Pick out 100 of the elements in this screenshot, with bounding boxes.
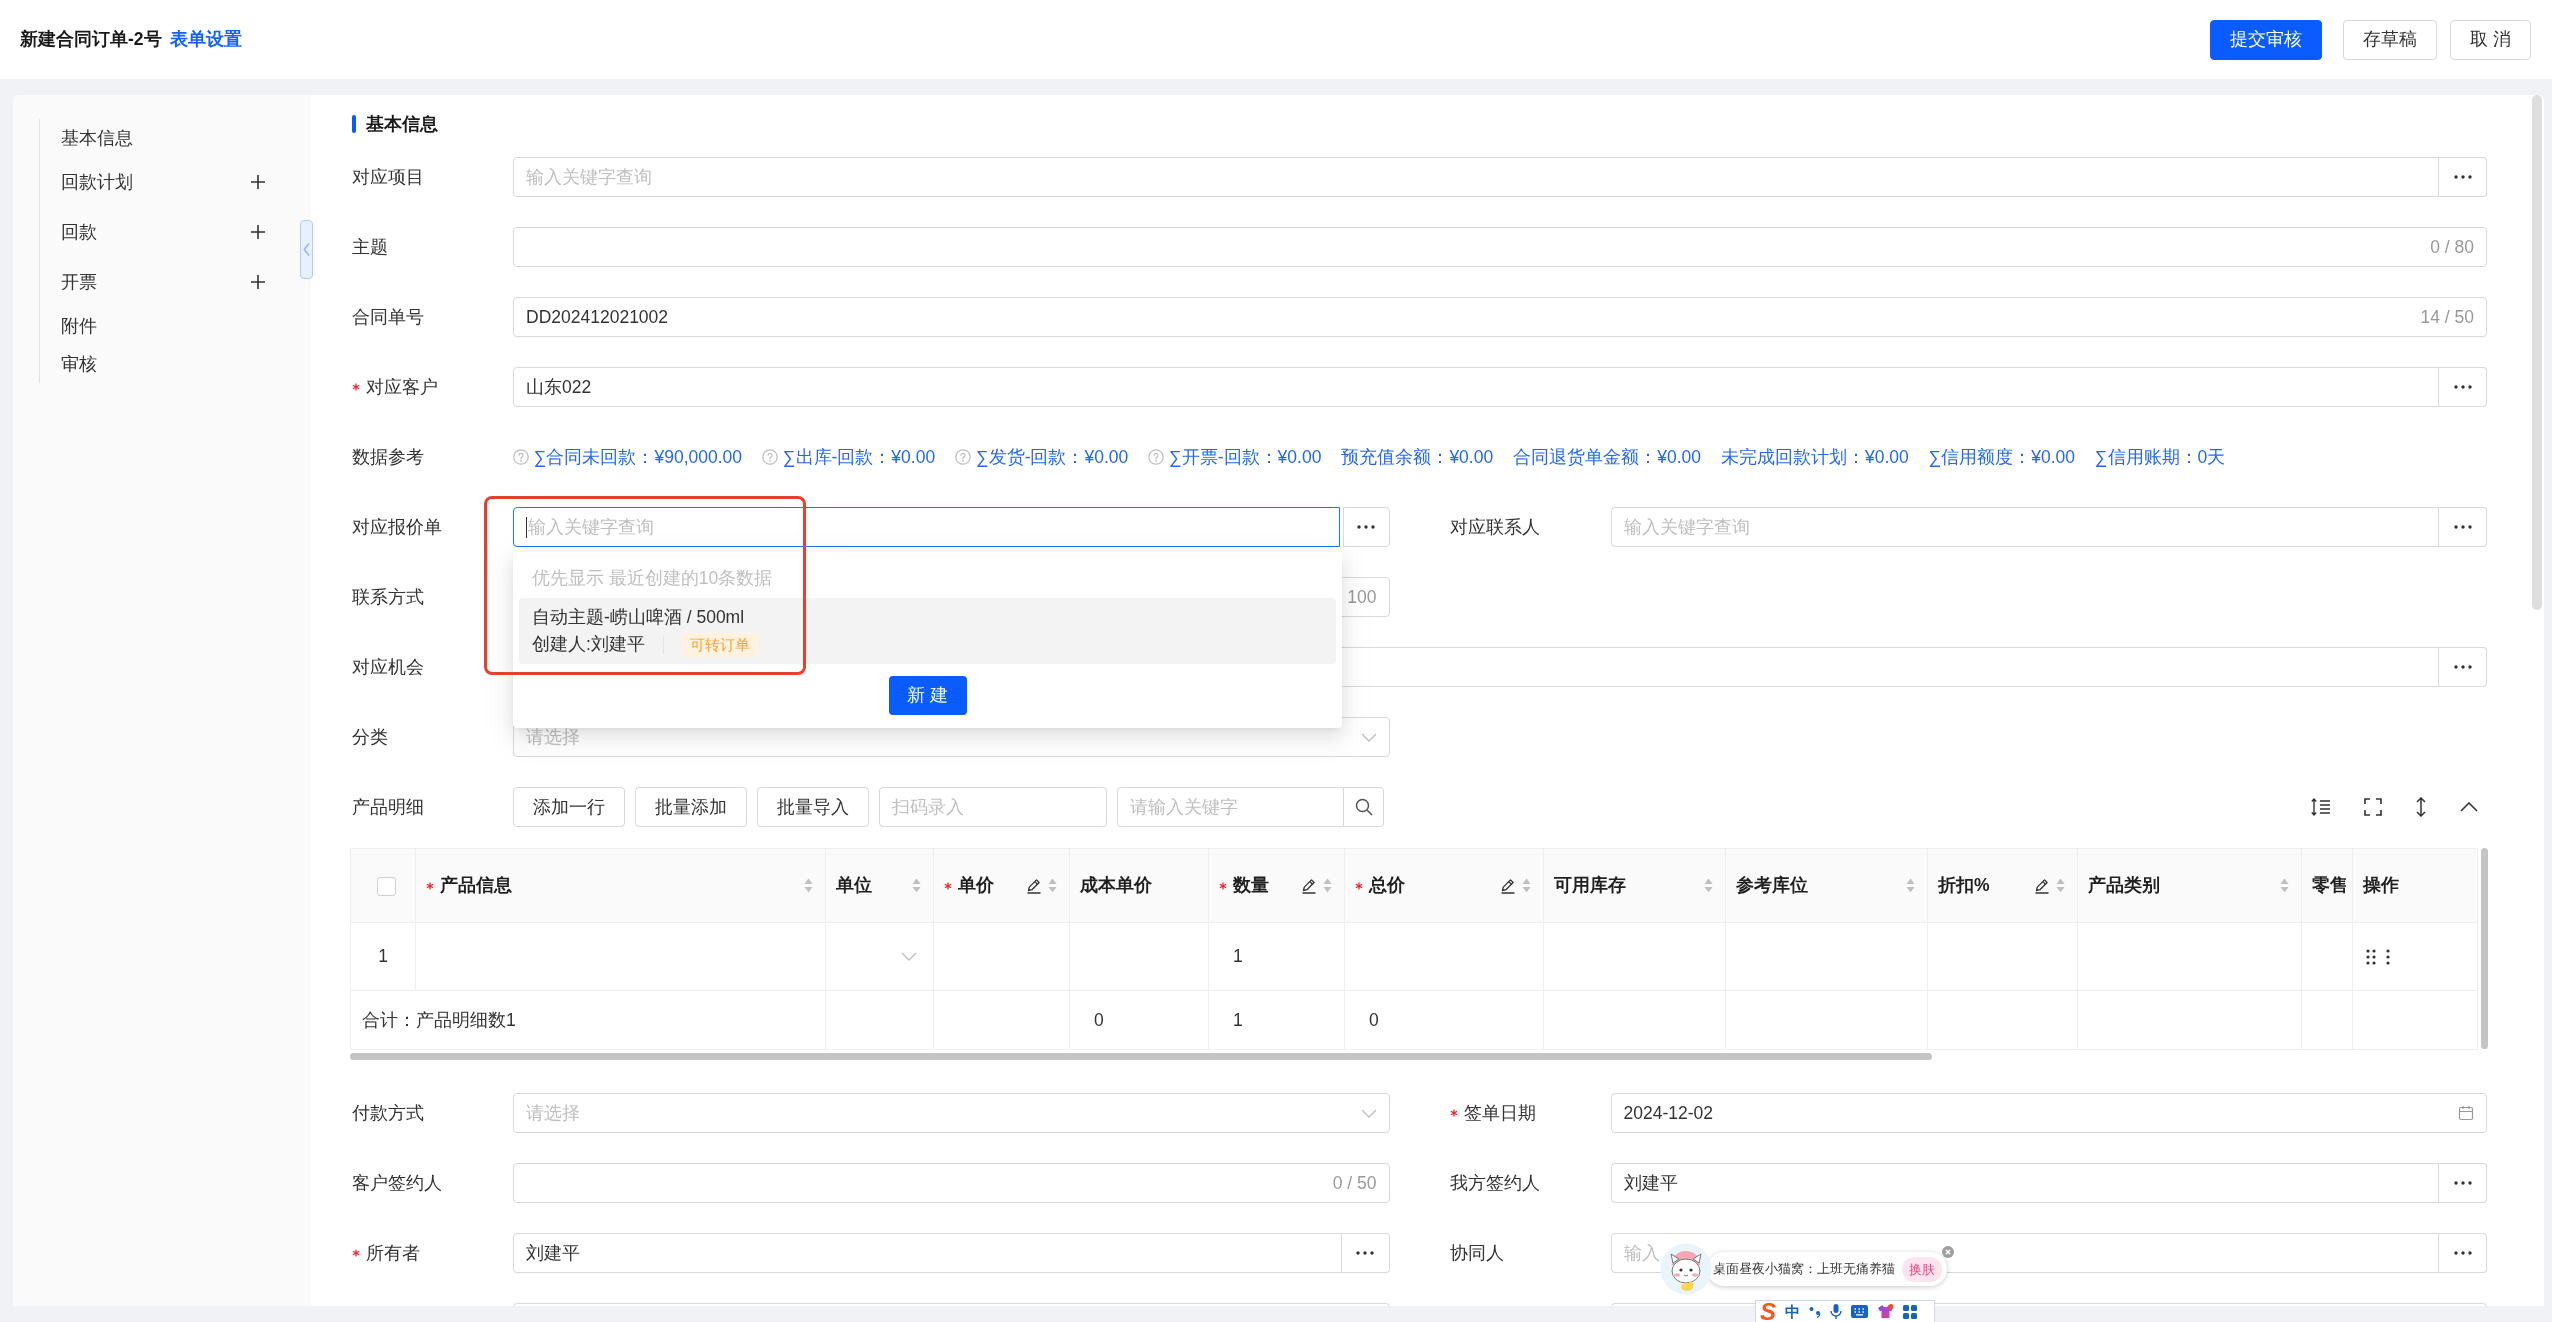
sidebar-item[interactable]: 附件 xyxy=(61,312,97,340)
batch-import-button[interactable]: 批量导入 xyxy=(757,787,869,827)
scrollbar-thumb[interactable] xyxy=(350,1053,1932,1060)
column-header[interactable]: 数量 xyxy=(1233,872,1269,899)
sort-icon[interactable] xyxy=(1522,878,1531,893)
row-height-icon[interactable] xyxy=(2311,798,2331,816)
new-button[interactable]: 新 建 xyxy=(888,676,967,715)
shirt-icon[interactable] xyxy=(1877,1304,1894,1319)
search-button[interactable] xyxy=(1344,787,1384,827)
more-icon xyxy=(2453,525,2472,529)
column-header[interactable]: 参考库位 xyxy=(1736,872,1808,899)
plus-icon[interactable] xyxy=(250,224,266,240)
more-icon xyxy=(2453,385,2472,389)
summary-link[interactable]: ∑信用额度：¥0.00 xyxy=(1928,443,2076,471)
sidebar-item[interactable]: 基本信息 xyxy=(61,124,133,152)
more-icon xyxy=(2453,1251,2472,1255)
summary-link[interactable]: 预充值余额：¥0.00 xyxy=(1341,443,1494,471)
input-field[interactable]: 刘建平 xyxy=(1610,1163,2439,1203)
edit-icon[interactable] xyxy=(1026,877,1042,894)
summary-link[interactable]: ∑出库-回款：¥0.00 xyxy=(783,443,936,471)
grid-icon[interactable] xyxy=(1903,1304,1917,1319)
sidebar-item[interactable]: 回款计划 xyxy=(61,168,133,196)
sort-icon[interactable] xyxy=(2056,878,2065,893)
chevron-up-icon[interactable] xyxy=(2460,802,2478,812)
chevron-left-icon xyxy=(303,243,310,256)
cancel-button[interactable]: 取 消 xyxy=(2450,19,2531,60)
punctuation-icon[interactable] xyxy=(1809,1305,1821,1318)
checkbox[interactable] xyxy=(376,877,396,897)
form-settings-link[interactable]: 表单设置 xyxy=(169,26,242,53)
microphone-icon[interactable] xyxy=(1830,1303,1842,1320)
batch-add-button[interactable]: 批量添加 xyxy=(635,787,747,827)
summary-label: 合计：产品明细数1 xyxy=(350,990,826,1050)
sort-icon[interactable] xyxy=(1906,878,1915,893)
more-button[interactable] xyxy=(2439,367,2487,407)
summary-link[interactable]: ∑信用账期：0天 xyxy=(2095,443,2226,471)
page-title: 新建合同订单-2号 xyxy=(20,28,162,52)
input-field[interactable]: 山东022 xyxy=(513,367,2439,407)
summary-link[interactable]: 合同退货单金额：¥0.00 xyxy=(1513,443,1701,471)
more-button[interactable] xyxy=(2439,507,2487,547)
scrollbar-thumb[interactable] xyxy=(2532,95,2542,610)
column-header[interactable]: 单位 xyxy=(836,872,872,899)
more-button[interactable] xyxy=(2439,157,2487,197)
edit-icon[interactable] xyxy=(1301,877,1317,894)
column-header[interactable]: 单价 xyxy=(958,872,994,899)
expand-vertical-icon[interactable] xyxy=(2415,797,2427,817)
more-button[interactable] xyxy=(1342,507,1390,547)
table-cell: 1 xyxy=(1208,922,1345,991)
more-button[interactable] xyxy=(1341,1233,1390,1273)
edit-icon[interactable] xyxy=(1500,877,1516,894)
summary-link[interactable]: ∑合同未回款：¥90,000.00 xyxy=(534,443,743,471)
sidebar-item[interactable]: 审核 xyxy=(61,350,97,378)
column-header[interactable]: 总价 xyxy=(1369,872,1405,899)
sort-icon[interactable] xyxy=(1704,878,1713,893)
close-icon[interactable] xyxy=(1942,1246,1954,1258)
more-vertical-icon[interactable] xyxy=(2386,948,2390,965)
keyboard-icon[interactable] xyxy=(1851,1305,1868,1318)
dropdown-option[interactable]: 自动主题-崂山啤酒 / 500ml 创建人:刘建平 可转订单 xyxy=(519,598,1336,664)
summary-link[interactable]: ∑开票-回款：¥0.00 xyxy=(1169,443,1322,471)
plus-icon[interactable] xyxy=(250,174,266,190)
plus-icon[interactable] xyxy=(250,274,266,290)
sort-icon[interactable] xyxy=(2280,878,2289,893)
submit-button[interactable]: 提交审核 xyxy=(2210,19,2323,60)
input-mode[interactable]: 中 xyxy=(1785,1304,1800,1319)
sidebar-item[interactable]: 开票 xyxy=(61,268,97,296)
section-bar-icon xyxy=(352,115,356,133)
fullscreen-icon[interactable] xyxy=(2364,798,2382,816)
collapse-button[interactable] xyxy=(300,220,313,279)
search-icon xyxy=(1354,798,1373,816)
column-header[interactable]: 成本单价 xyxy=(1080,872,1152,899)
char-counter: 0 / 50 xyxy=(1332,1171,1377,1195)
save-draft-button[interactable]: 存草稿 xyxy=(2343,19,2438,60)
chevron-down-icon xyxy=(1360,1108,1377,1118)
more-button[interactable] xyxy=(2439,1233,2487,1273)
scrollbar-thumb[interactable] xyxy=(2481,848,2488,1049)
column-header[interactable]: 折扣% xyxy=(1938,872,1990,899)
summary-link[interactable]: 未完成回款计划：¥0.00 xyxy=(1721,443,1909,471)
more-button[interactable] xyxy=(2439,1163,2487,1203)
sort-icon[interactable] xyxy=(804,878,813,893)
sort-icon[interactable] xyxy=(1323,878,1332,893)
edit-icon[interactable] xyxy=(2034,877,2050,894)
column-header[interactable]: 产品信息 xyxy=(440,872,512,899)
sidebar-item[interactable]: 回款 xyxy=(61,218,97,246)
more-button[interactable] xyxy=(2439,647,2487,687)
input-field[interactable]: 刘建平 xyxy=(513,1233,1342,1273)
column-header[interactable]: 产品类别 xyxy=(2088,872,2160,899)
cat-icon[interactable] xyxy=(1660,1243,1712,1295)
input-field[interactable]: DD202412021002 14 / 50 xyxy=(513,297,2487,337)
chevron-down-icon xyxy=(1360,732,1377,742)
unit-select[interactable] xyxy=(825,922,934,991)
add-row-button[interactable]: 添加一行 xyxy=(513,787,625,827)
option-title: 自动主题-崂山啤酒 / 500ml xyxy=(532,607,745,627)
input-field[interactable]: 2024-12-02 xyxy=(1610,1093,2487,1133)
drag-handle-icon[interactable] xyxy=(2366,948,2376,965)
column-header[interactable]: 可用库存 xyxy=(1554,872,1626,899)
summary-link[interactable]: ∑发货-回款：¥0.00 xyxy=(976,443,1129,471)
sort-icon[interactable] xyxy=(912,878,921,893)
field-label: 协同人 xyxy=(1449,1241,1504,1265)
column-header[interactable]: 操作 xyxy=(2363,872,2399,899)
sort-icon[interactable] xyxy=(1048,878,1057,893)
field-label: 对应客户 xyxy=(366,375,438,399)
